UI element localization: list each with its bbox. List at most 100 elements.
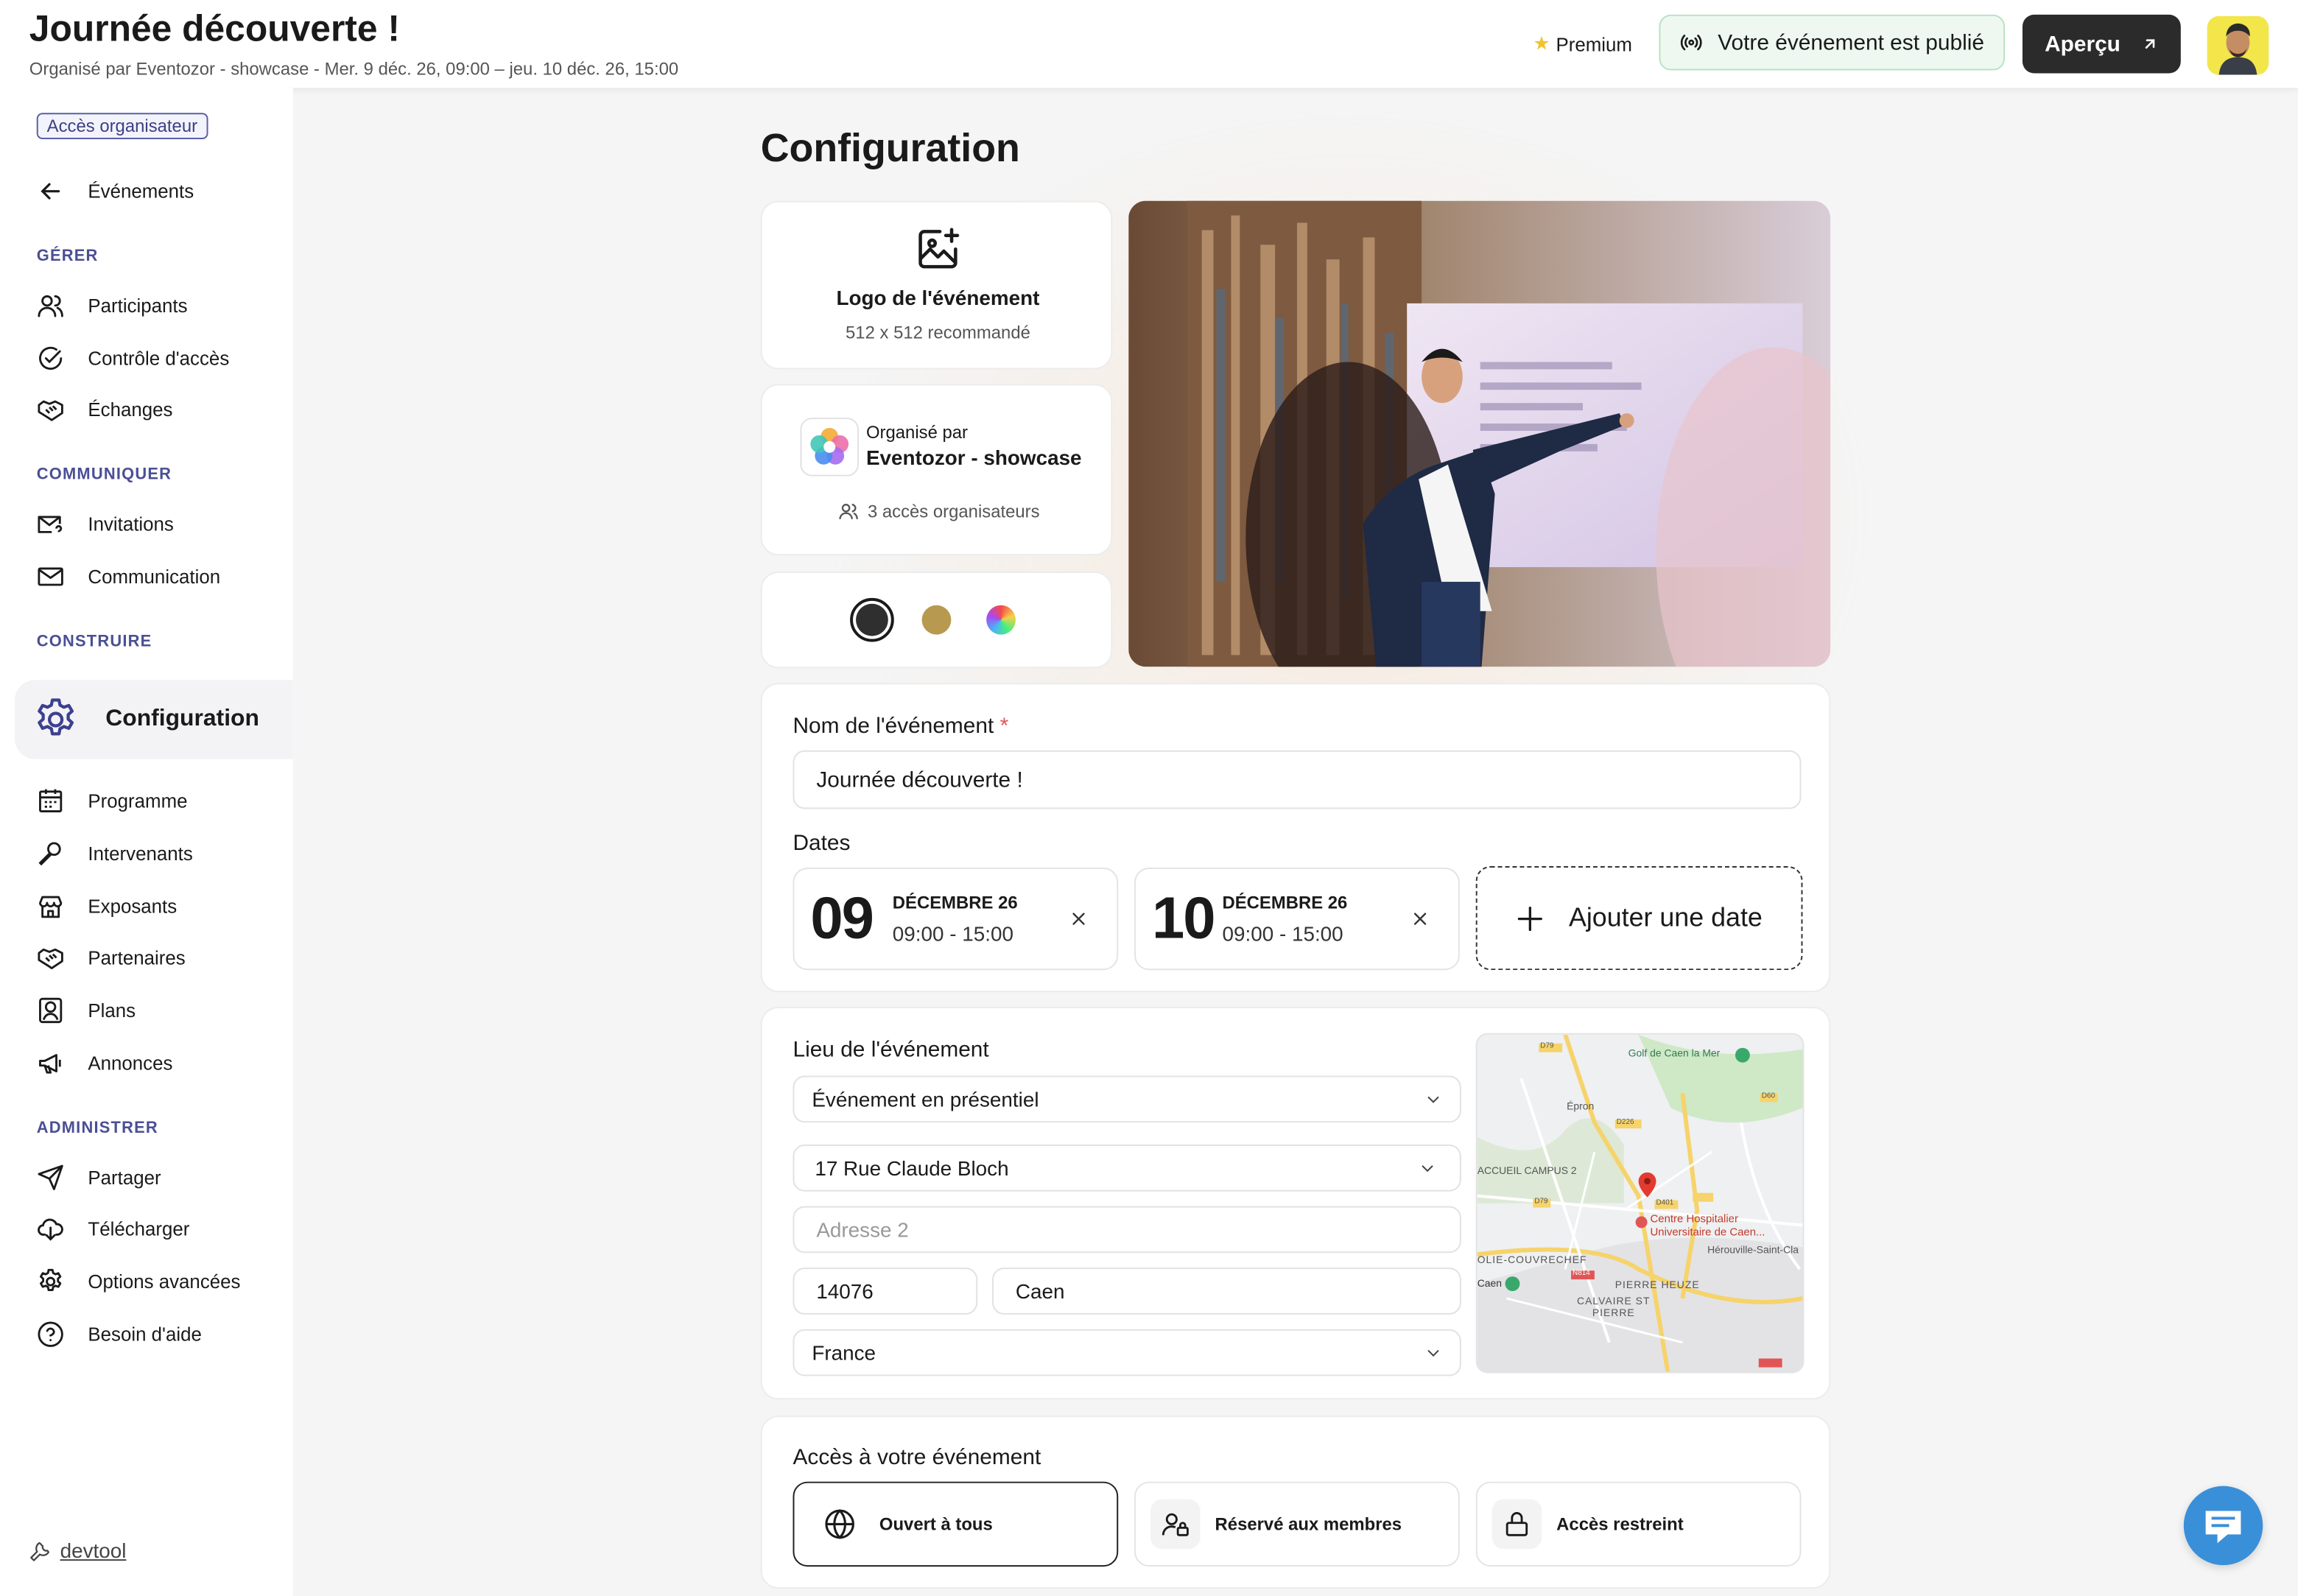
check-circle-icon: [39, 345, 63, 370]
location-map[interactable]: Golf de Caen la Mer Épron ACCUEIL CAMPUS…: [1475, 1033, 1805, 1374]
sidebar-item-label: Partager: [88, 1165, 161, 1188]
section-build: CONSTRUIRE: [36, 633, 152, 651]
access-card: Accès à votre événement Ouvert à tous Ré…: [760, 1416, 1831, 1589]
devtool-link[interactable]: devtool: [29, 1539, 126, 1562]
event-name-label: Nom de l'événement *: [793, 714, 1008, 739]
store-icon: [39, 895, 63, 918]
sidebar-item-invitations[interactable]: Invitations: [37, 505, 174, 541]
add-date-button[interactable]: Ajouter une date: [1475, 865, 1803, 971]
map-label-calvaire: CALVAIRE ST PIERRE: [1577, 1296, 1651, 1319]
logo-card-hint: 512 x 512 recommandé: [846, 322, 1030, 343]
sidebar-item-download[interactable]: Télécharger: [37, 1211, 190, 1246]
sidebar-item-label: Plans: [88, 999, 136, 1021]
address1-select[interactable]: 17 Rue Claude Bloch: [793, 1145, 1461, 1192]
sidebar-item-label: Événements: [88, 179, 194, 202]
gear-icon: [38, 698, 74, 736]
star-icon: ★: [1533, 32, 1550, 55]
date-item[interactable]: 10 DÉCEMBRE 26 09:00 - 15:00: [1134, 867, 1460, 971]
access-option-label: Accès restreint: [1556, 1514, 1684, 1535]
event-name-input[interactable]: Journée découverte !: [793, 750, 1802, 809]
address1-value: 17 Rue Claude Bloch: [815, 1156, 1009, 1180]
sidebar-item-label: Exposants: [88, 894, 178, 917]
chat-support-button[interactable]: [2183, 1486, 2263, 1566]
close-icon[interactable]: [1411, 910, 1429, 928]
sidebar-item-communication[interactable]: Communication: [37, 558, 220, 594]
sidebar-item-exhibitors[interactable]: Exposants: [37, 888, 177, 924]
color-swatch-custom[interactable]: [986, 605, 1016, 635]
color-swatch-gold[interactable]: [921, 605, 952, 635]
sidebar-item-share[interactable]: Partager: [37, 1159, 161, 1195]
preview-button[interactable]: Aperçu: [2022, 14, 2181, 74]
premium-badge[interactable]: ★ Premium: [1533, 32, 1632, 56]
zip-input[interactable]: 14076: [793, 1268, 978, 1315]
event-type-value: Événement en présentiel: [812, 1087, 1039, 1111]
preview-label: Aperçu: [2045, 31, 2120, 57]
section-admin: ADMINISTRER: [36, 1119, 158, 1138]
event-logo-upload[interactable]: Logo de l'événement 512 x 512 recommandé: [760, 200, 1113, 370]
sidebar-item-label: Intervenants: [88, 842, 193, 864]
image-plus-icon: [918, 228, 960, 269]
user-lock-icon: [1150, 1499, 1201, 1550]
sidebar-item-label: Contrôle d'accès: [88, 346, 230, 369]
event-title: Journée découverte !: [29, 8, 400, 50]
location-label: Lieu de l'événement: [793, 1037, 989, 1063]
theme-color-picker: [760, 572, 1113, 669]
chevron-down-icon: [1427, 1349, 1439, 1357]
close-icon[interactable]: [1070, 910, 1088, 928]
sidebar-item-announcements[interactable]: Annonces: [37, 1045, 173, 1080]
sidebar-item-label: Participants: [88, 293, 188, 316]
map-label-road: D401: [1656, 1198, 1674, 1208]
sidebar-item-label: Télécharger: [88, 1217, 190, 1240]
access-restricted-option[interactable]: Accès restreint: [1475, 1481, 1802, 1567]
send-icon: [38, 1164, 63, 1189]
sidebar-item-access-control[interactable]: Contrôle d'accès: [37, 340, 230, 376]
arrow-up-right-icon: [2145, 39, 2154, 49]
map-label-road: D60: [1761, 1091, 1776, 1101]
mail-icon: [38, 566, 63, 586]
date-item[interactable]: 09 DÉCEMBRE 26 09:00 - 15:00: [793, 867, 1119, 971]
logo-card-title: Logo de l'événement: [836, 286, 1040, 309]
user-avatar[interactable]: [2207, 15, 2269, 75]
sidebar-item-program[interactable]: Programme: [37, 783, 188, 818]
map-label-caen: Caen: [1477, 1279, 1503, 1290]
organizer-access-count: 3 accès organisateurs: [838, 502, 1040, 521]
sidebar-item-participants[interactable]: Participants: [37, 287, 188, 323]
sidebar-item-plans[interactable]: Plans: [37, 992, 136, 1027]
organizer-name: Eventozor - showcase: [865, 445, 1082, 469]
event-type-select[interactable]: Événement en présentiel: [793, 1075, 1461, 1123]
sidebar-item-speakers[interactable]: Intervenants: [37, 835, 193, 871]
sidebar-back-events[interactable]: Événements: [37, 173, 194, 208]
sidebar-item-partners[interactable]: Partenaires: [37, 939, 186, 974]
country-select[interactable]: France: [793, 1329, 1461, 1377]
sidebar-item-advanced-options[interactable]: Options avancées: [37, 1263, 241, 1298]
map-label-herouville: Hérouville-Saint-Cla: [1707, 1245, 1799, 1256]
sidebar-item-label: Partenaires: [88, 946, 186, 969]
event-details-card: Nom de l'événement * Journée découverte …: [760, 683, 1831, 993]
sidebar-item-configuration[interactable]: Configuration: [14, 680, 293, 759]
organizer-card[interactable]: Organisé par Eventozor - showcase 3 accè…: [760, 384, 1113, 556]
access-label: Accès à votre événement: [793, 1444, 1041, 1470]
address2-input[interactable]: Adresse 2: [793, 1206, 1461, 1254]
map-label-folie: OLIE-COUVRECHEF: [1477, 1256, 1587, 1267]
cloud-download-icon: [38, 1217, 63, 1240]
location-card: Lieu de l'événement Événement en présent…: [760, 1006, 1831, 1400]
date-day: 10: [1151, 886, 1216, 952]
published-status-button[interactable]: Votre événement est publié: [1659, 14, 2006, 71]
access-members-option[interactable]: Réservé aux membres: [1134, 1481, 1460, 1567]
sidebar-item-help[interactable]: Besoin d'aide: [37, 1316, 202, 1351]
color-swatch-dark[interactable]: [850, 597, 894, 642]
access-open-option[interactable]: Ouvert à tous: [793, 1481, 1119, 1567]
add-date-label: Ajouter une date: [1568, 902, 1763, 932]
date-month: DÉCEMBRE 26: [1222, 892, 1348, 913]
sidebar-item-exchanges[interactable]: Échanges: [37, 391, 173, 426]
plus-icon: [1518, 906, 1543, 931]
handshake-icon: [38, 399, 63, 421]
event-cover-image[interactable]: [1128, 200, 1831, 667]
map-label-road: N814: [1573, 1269, 1590, 1279]
microphone-icon: [38, 841, 61, 865]
broadcast-icon: [1681, 35, 1702, 51]
city-input[interactable]: Caen: [992, 1268, 1461, 1315]
organizer-access-badge: Accès organisateur: [36, 113, 208, 140]
map-label-road: D79: [1534, 1197, 1548, 1206]
lock-icon: [1491, 1499, 1542, 1550]
